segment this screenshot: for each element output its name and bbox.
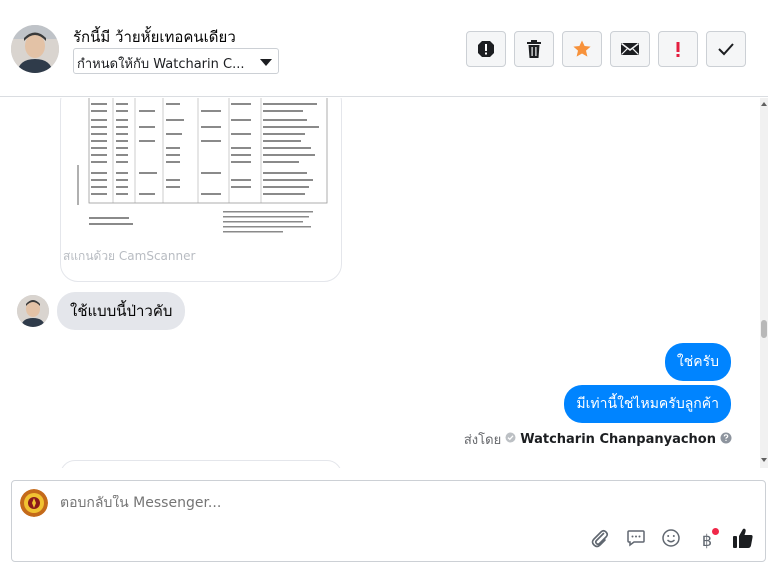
- scroll-down-icon[interactable]: [761, 458, 767, 462]
- saved-replies-button[interactable]: [624, 528, 648, 552]
- spam-report-button[interactable]: [466, 31, 506, 67]
- envelope-icon: [620, 41, 640, 57]
- attach-button[interactable]: [588, 528, 612, 552]
- next-message-preview: [60, 460, 342, 468]
- help-icon[interactable]: [720, 432, 732, 448]
- emoji-button[interactable]: [659, 528, 683, 552]
- assign-to-dropdown[interactable]: กำหนดให้กับ Watcharin C...: [73, 48, 279, 74]
- follow-up-button[interactable]: [658, 31, 698, 67]
- star-button[interactable]: [562, 31, 602, 67]
- exclamation-icon: [674, 39, 682, 59]
- sent-by-agent[interactable]: Watcharin Chanpanyachon: [520, 432, 716, 447]
- thumbs-up-icon: [732, 527, 754, 553]
- reply-input[interactable]: [60, 495, 560, 511]
- checkmark-icon: [717, 41, 735, 57]
- notification-dot: [712, 528, 719, 535]
- conversation-header: รักนี้มี ว้ายหั้ยเทอคนเดียว กำหนดให้กับ …: [0, 0, 768, 97]
- sent-by-label: ส่งโดย: [463, 433, 502, 448]
- trash-icon: [525, 39, 543, 59]
- scrollbar-thumb[interactable]: [761, 320, 767, 338]
- contact-avatar-small: [17, 295, 49, 327]
- reply-composer: ฿: [11, 480, 766, 562]
- mark-done-button[interactable]: [706, 31, 746, 67]
- outgoing-message: มีเท่านี้ใช่ไหมครับลูกค้า: [564, 385, 731, 423]
- image-attachment[interactable]: สแกนด้วย CamScanner: [60, 98, 342, 282]
- paperclip-icon: [590, 528, 610, 552]
- scanned-document-image: [77, 98, 331, 250]
- scroll-up-icon[interactable]: [761, 102, 767, 106]
- outgoing-message: ใช่ครับ: [664, 343, 731, 381]
- payment-button[interactable]: ฿: [695, 528, 719, 552]
- verified-check-icon: [505, 432, 516, 447]
- exclamation-circle-icon: [476, 39, 496, 59]
- star-icon: [572, 39, 592, 59]
- emoji-icon: [661, 528, 681, 552]
- message-thread[interactable]: สแกนด้วย CamScanner ใช้แบบนี้ป่าวคับ ใช่…: [0, 98, 760, 468]
- saved-reply-icon: [626, 528, 646, 552]
- mark-unread-button[interactable]: [610, 31, 650, 67]
- contact-avatar[interactable]: [11, 25, 59, 73]
- sent-by-line: ส่งโดย Watcharin Chanpanyachon: [464, 429, 732, 450]
- delete-button[interactable]: [514, 31, 554, 67]
- page-avatar: [20, 489, 48, 517]
- payment-icon: ฿: [701, 530, 713, 550]
- camscanner-caption: สแกนด้วย CamScanner: [63, 249, 196, 263]
- incoming-message: ใช้แบบนี้ป่าวคับ: [57, 292, 186, 330]
- contact-name: รักนี้มี ว้ายหั้ยเทอคนเดียว: [73, 28, 236, 46]
- assign-to-value: กำหนดให้กับ Watcharin C...: [77, 57, 245, 72]
- thread-scrollbar[interactable]: [760, 98, 768, 468]
- like-button[interactable]: [731, 528, 755, 552]
- chevron-down-icon: [260, 59, 272, 66]
